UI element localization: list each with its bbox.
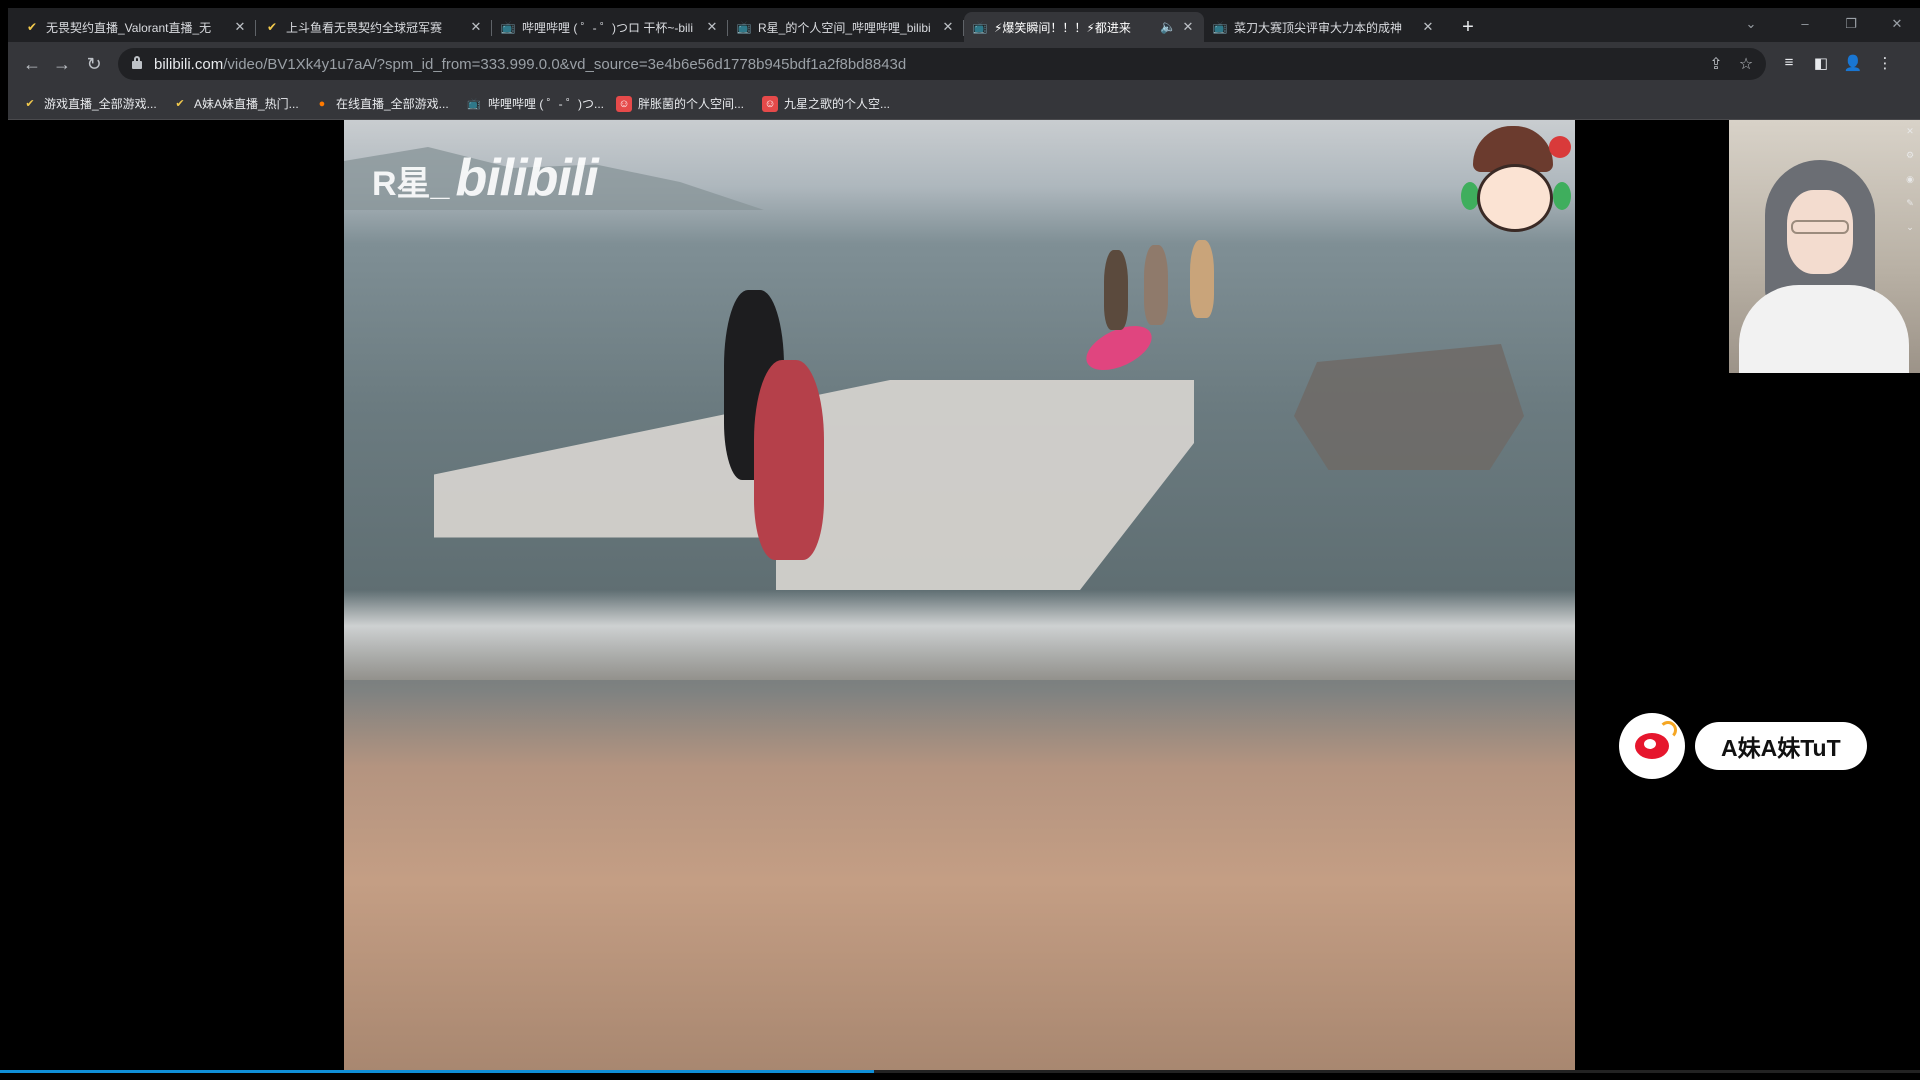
watermark-brand: bilibili bbox=[455, 149, 598, 207]
close-icon[interactable]: ✕ bbox=[1180, 19, 1196, 35]
person-walking bbox=[1104, 250, 1128, 330]
browser-window: ✔ 无畏契约直播_Valorant直播_无 ✕ ✔ 上斗鱼看无畏契约全球冠军赛 … bbox=[8, 8, 1920, 120]
kebab-menu-icon[interactable]: ⋮ bbox=[1874, 54, 1896, 72]
back-arrow-icon[interactable]: ← bbox=[20, 52, 44, 76]
tab-douyu-championship[interactable]: ✔ 上斗鱼看无畏契约全球冠军赛 ✕ bbox=[256, 12, 492, 42]
close-icon[interactable]: ✕ bbox=[232, 19, 248, 35]
tab-valorant-live[interactable]: ✔ 无畏契约直播_Valorant直播_无 ✕ bbox=[16, 12, 256, 42]
profile-red-icon: ☺ bbox=[616, 95, 632, 112]
bookmark-label: 在线直播_全部游戏... bbox=[336, 97, 449, 111]
tab-title: R星_的个人空间_哔哩哔哩_bilibi bbox=[758, 20, 931, 35]
person-walking bbox=[1144, 245, 1168, 325]
chevron-down-icon[interactable]: ⌄ bbox=[1904, 222, 1916, 233]
browser-toolbar: ← → ↻ bilibili.com/video/BV1Xk4y1u7aA/?s… bbox=[8, 42, 1920, 86]
person-red-dress bbox=[754, 360, 824, 560]
tab-strip: ✔ 无畏契约直播_Valorant直播_无 ✕ ✔ 上斗鱼看无畏契约全球冠军赛 … bbox=[8, 8, 1920, 42]
video-player[interactable]: R星_ bilibili bbox=[344, 120, 1575, 1072]
bookmark-star-icon[interactable]: ☆ bbox=[1736, 54, 1756, 74]
share-icon[interactable]: ⇪ bbox=[1706, 54, 1726, 74]
lock-icon[interactable] bbox=[132, 56, 142, 70]
bilibili-icon: 📺 bbox=[500, 20, 516, 34]
tab-title: ⚡爆笑瞬间！！！⚡都进来 bbox=[994, 20, 1131, 35]
profile-icon[interactable]: 👤 bbox=[1842, 54, 1864, 72]
profile-red-icon: ☺ bbox=[762, 95, 778, 112]
minimize-button[interactable]: – bbox=[1790, 16, 1820, 31]
valorant-icon: ✔ bbox=[266, 20, 278, 34]
url-host: bilibili.com bbox=[154, 56, 224, 73]
valorant-icon: ✔ bbox=[175, 98, 185, 110]
valorant-icon: ✔ bbox=[26, 20, 38, 34]
video-progress-track[interactable] bbox=[0, 1070, 1920, 1073]
streamer-webcam: ✕ ⚙ ◉ ✎ ⌄ bbox=[1729, 120, 1920, 373]
close-icon[interactable]: ✕ bbox=[704, 19, 720, 35]
settings-icon[interactable]: ⚙ bbox=[1904, 150, 1916, 161]
tab-title: 无畏契约直播_Valorant直播_无 bbox=[46, 20, 212, 35]
close-icon[interactable]: ✕ bbox=[468, 19, 484, 35]
close-icon[interactable]: ✕ bbox=[940, 19, 956, 35]
bookmark-label: 胖胀菌的个人空间... bbox=[638, 97, 745, 111]
side-panel-icon[interactable]: ◧ bbox=[1810, 54, 1832, 72]
new-tab-button[interactable]: + bbox=[1456, 16, 1480, 40]
bookmark-profile-2[interactable]: ☺ 九星之歌的个人空... bbox=[762, 95, 890, 112]
bookmark-label: 游戏直播_全部游戏... bbox=[44, 97, 157, 111]
address-bar[interactable]: bilibili.com/video/BV1Xk4y1u7aA/?spm_id_… bbox=[118, 48, 1766, 80]
watermark-author: R星_ bbox=[372, 165, 450, 203]
tab-title: 哔哩哔哩 ( ゜- ゜)つロ 干杯~-bili bbox=[522, 20, 694, 35]
bookmark-profile-1[interactable]: ☺ 胖胀菌的个人空间... bbox=[616, 95, 744, 112]
bilibili-icon: 📺 bbox=[736, 20, 752, 34]
desktop-screen: ✔ 无畏契约直播_Valorant直播_无 ✕ ✔ 上斗鱼看无畏契约全球冠军赛 … bbox=[0, 0, 1920, 1080]
anime-avatar-sticker bbox=[1459, 122, 1574, 240]
video-progress-fill bbox=[0, 1070, 874, 1073]
tab-search-icon[interactable]: ⌄ bbox=[1736, 16, 1766, 32]
person-walking bbox=[1190, 240, 1214, 318]
tab-funny-moments[interactable]: 📺 ⚡爆笑瞬间！！！⚡都进来 🔈 ✕ bbox=[964, 12, 1204, 42]
close-icon[interactable]: ✕ bbox=[1420, 19, 1436, 35]
bookmark-online-live[interactable]: ● 在线直播_全部游戏... bbox=[314, 95, 449, 112]
weibo-icon bbox=[1619, 713, 1685, 779]
valorant-icon: ✔ bbox=[25, 98, 35, 110]
media-control-icon[interactable]: ≡ bbox=[1778, 54, 1800, 71]
bilibili-icon: 📺 bbox=[972, 20, 988, 34]
tab-rstar-space[interactable]: 📺 R星_的个人空间_哔哩哔哩_bilibi ✕ bbox=[728, 12, 964, 42]
camera-icon[interactable]: ◉ bbox=[1904, 174, 1916, 185]
url-text[interactable]: bilibili.com/video/BV1Xk4y1u7aA/?spm_id_… bbox=[154, 56, 906, 73]
bookmark-label: 哔哩哔哩 ( ゜- ゜)つ... bbox=[488, 97, 604, 111]
video-watermark: R星_ bilibili bbox=[372, 148, 599, 208]
bookmark-label: 九星之歌的个人空... bbox=[784, 97, 891, 111]
reload-icon[interactable]: ↻ bbox=[82, 52, 106, 76]
restore-button[interactable]: ❐ bbox=[1836, 16, 1866, 32]
edit-icon[interactable]: ✎ bbox=[1904, 198, 1916, 209]
douyu-icon: ● bbox=[318, 97, 326, 110]
bookmarks-bar: ✔ 游戏直播_全部游戏... ✔ A妹A妹直播_热门... ● 在线直播_全部游… bbox=[8, 86, 1920, 120]
weibo-handle: A妹A妹TuT bbox=[1695, 722, 1867, 770]
bilibili-icon: 📺 bbox=[1212, 20, 1228, 34]
url-path: /video/BV1Xk4y1u7aA/?spm_id_from=333.999… bbox=[223, 56, 907, 73]
tab-knife-contest[interactable]: 📺 菜刀大赛顶尖评审大力本的成神 ✕ bbox=[1204, 12, 1444, 42]
tab-title: 上斗鱼看无畏契约全球冠军赛 bbox=[286, 20, 443, 35]
motor-boat bbox=[1294, 344, 1524, 470]
shore-wave bbox=[344, 590, 1575, 680]
bookmark-valorant-live[interactable]: ✔ 游戏直播_全部游戏... bbox=[22, 95, 157, 112]
bilibili-icon: 📺 bbox=[467, 98, 481, 110]
speaker-icon[interactable]: 🔈 bbox=[1160, 19, 1176, 35]
close-icon[interactable]: ✕ bbox=[1904, 126, 1916, 137]
weibo-handle-badge: A妹A妹TuT bbox=[1619, 713, 1867, 779]
forward-arrow-icon[interactable]: → bbox=[50, 52, 74, 76]
bookmark-amei-live[interactable]: ✔ A妹A妹直播_热门... bbox=[172, 95, 299, 112]
tab-bilibili-home[interactable]: 📺 哔哩哔哩 ( ゜- ゜)つロ 干杯~-bili ✕ bbox=[492, 12, 728, 42]
bookmark-label: A妹A妹直播_热门... bbox=[194, 97, 299, 111]
bookmark-bilibili[interactable]: 📺 哔哩哔哩 ( ゜- ゜)つ... bbox=[466, 95, 604, 112]
tab-title: 菜刀大赛顶尖评审大力本的成神 bbox=[1234, 20, 1403, 35]
close-window-button[interactable]: ✕ bbox=[1882, 16, 1912, 32]
